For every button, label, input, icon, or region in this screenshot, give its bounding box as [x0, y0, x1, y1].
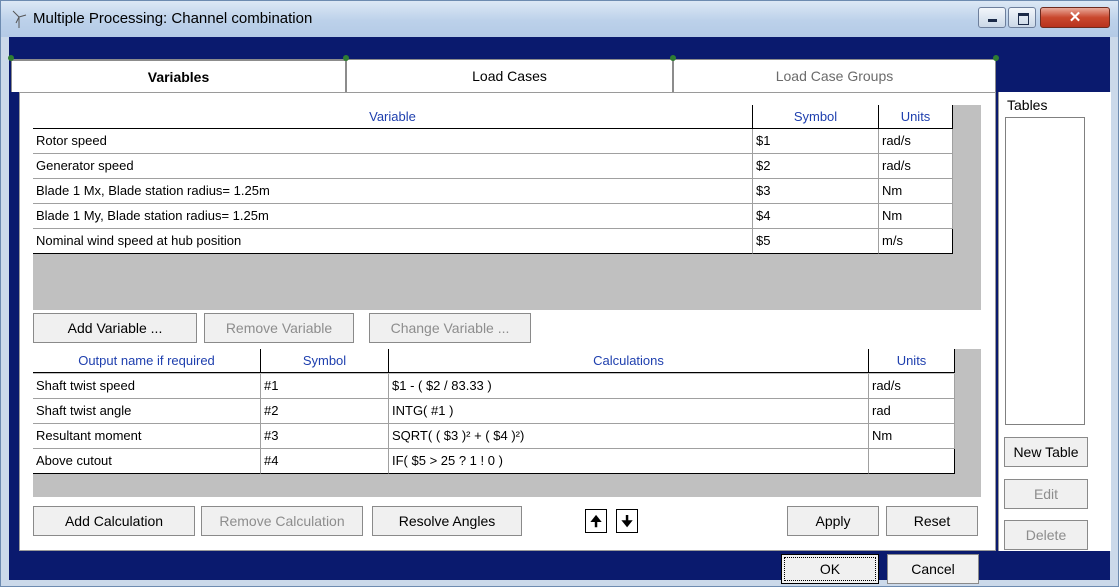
table-cell-output-name[interactable]: Shaft twist angle	[33, 399, 261, 424]
table-cell-symbol[interactable]: #1	[261, 374, 389, 399]
column-header-symbol[interactable]: Symbol	[753, 105, 879, 129]
table-cell-variable[interactable]: Blade 1 Mx, Blade station radius= 1.25m	[33, 179, 753, 204]
tab-variables[interactable]: Variables	[11, 59, 346, 92]
title-bar: Multiple Processing: Channel combination…	[1, 1, 1118, 37]
arrow-down-icon: 🠋	[621, 513, 633, 529]
table-cell-symbol[interactable]: #2	[261, 399, 389, 424]
tab-load-case-groups[interactable]: Load Case Groups	[673, 59, 996, 92]
table-cell-output-name[interactable]: Shaft twist speed	[33, 374, 261, 399]
table-cell-calculation[interactable]: INTG( #1 )	[389, 399, 869, 424]
add-variable-button[interactable]: Add Variable ...	[33, 313, 197, 343]
minimize-icon	[979, 8, 1005, 27]
tab-marker	[8, 55, 14, 61]
table-cell-calculation[interactable]: IF( $5 > 25 ? 1 ! 0 )	[389, 449, 869, 474]
table-cell-calculation[interactable]: $1 - ( $2 / 83.33 )	[389, 374, 869, 399]
remove-calculation-button[interactable]: Remove Calculation	[201, 506, 363, 536]
table-cell-variable[interactable]: Generator speed	[33, 154, 753, 179]
remove-variable-button[interactable]: Remove Variable	[204, 313, 354, 343]
table-cell-variable[interactable]: Blade 1 My, Blade station radius= 1.25m	[33, 204, 753, 229]
table-cell-variable[interactable]: Nominal wind speed at hub position	[33, 229, 753, 254]
minimize-button[interactable]	[978, 7, 1006, 28]
cancel-button[interactable]: Cancel	[887, 554, 979, 584]
change-variable-button[interactable]: Change Variable ...	[369, 313, 531, 343]
table-cell-units[interactable]: rad/s	[869, 374, 955, 399]
table-cell-symbol[interactable]: #4	[261, 449, 389, 474]
close-icon: ✕	[1068, 9, 1082, 26]
tables-list[interactable]	[1005, 117, 1085, 425]
move-up-button[interactable]: 🠉	[585, 509, 607, 533]
table-cell-units[interactable]: rad/s	[879, 154, 953, 179]
table-cell-variable[interactable]: Rotor speed	[33, 129, 753, 154]
delete-table-button[interactable]: Delete	[1004, 520, 1088, 550]
table-cell-units[interactable]	[869, 449, 955, 474]
column-header-units[interactable]: Units	[869, 349, 955, 373]
table-cell-symbol[interactable]: $3	[753, 179, 879, 204]
table-cell-calculation[interactable]: SQRT( ( $3 )² + ( $4 )²)	[389, 424, 869, 449]
edit-table-button[interactable]: Edit	[1004, 479, 1088, 509]
tables-label: Tables	[1007, 97, 1048, 113]
resolve-angles-button[interactable]: Resolve Angles	[372, 506, 522, 536]
table-cell-output-name[interactable]: Resultant moment	[33, 424, 261, 449]
table-cell-units[interactable]: Nm	[879, 204, 953, 229]
move-down-button[interactable]: 🠋	[616, 509, 638, 533]
dialog-window: Multiple Processing: Channel combination…	[0, 0, 1119, 587]
ok-button[interactable]: OK	[781, 554, 879, 584]
column-header-symbol[interactable]: Symbol	[261, 349, 389, 373]
column-header-output-name[interactable]: Output name if required	[33, 349, 261, 373]
window-title: Multiple Processing: Channel combination	[33, 10, 313, 27]
reset-button[interactable]: Reset	[886, 506, 978, 536]
column-header-units[interactable]: Units	[879, 105, 953, 129]
table-cell-units[interactable]: Nm	[879, 179, 953, 204]
table-cell-units[interactable]: m/s	[879, 229, 953, 254]
table-cell-output-name[interactable]: Above cutout	[33, 449, 261, 474]
maximize-icon	[1009, 8, 1035, 27]
calculations-grid: Output name if required Symbol Calculati…	[33, 349, 981, 497]
tab-strip: Variables Load Cases Load Case Groups	[8, 55, 999, 92]
column-header-variable[interactable]: Variable	[33, 105, 753, 129]
maximize-button[interactable]	[1008, 7, 1036, 28]
tab-marker	[343, 55, 349, 61]
tab-marker	[670, 55, 676, 61]
tab-marker	[993, 55, 999, 61]
tab-load-cases[interactable]: Load Cases	[346, 59, 673, 92]
table-cell-units[interactable]: Nm	[869, 424, 955, 449]
close-button[interactable]: ✕	[1040, 7, 1110, 28]
table-cell-symbol[interactable]: #3	[261, 424, 389, 449]
arrow-up-icon: 🠉	[590, 513, 602, 529]
table-cell-symbol[interactable]: $4	[753, 204, 879, 229]
column-header-calculations[interactable]: Calculations	[389, 349, 869, 373]
wind-turbine-icon	[12, 10, 27, 28]
table-cell-units[interactable]: rad	[869, 399, 955, 424]
table-cell-symbol[interactable]: $5	[753, 229, 879, 254]
add-calculation-button[interactable]: Add Calculation	[33, 506, 195, 536]
variables-grid: Variable Symbol Units Rotor speed $1 rad…	[33, 105, 981, 310]
table-cell-symbol[interactable]: $1	[753, 129, 879, 154]
table-cell-units[interactable]: rad/s	[879, 129, 953, 154]
apply-button[interactable]: Apply	[787, 506, 879, 536]
new-table-button[interactable]: New Table	[1004, 437, 1088, 467]
table-cell-symbol[interactable]: $2	[753, 154, 879, 179]
